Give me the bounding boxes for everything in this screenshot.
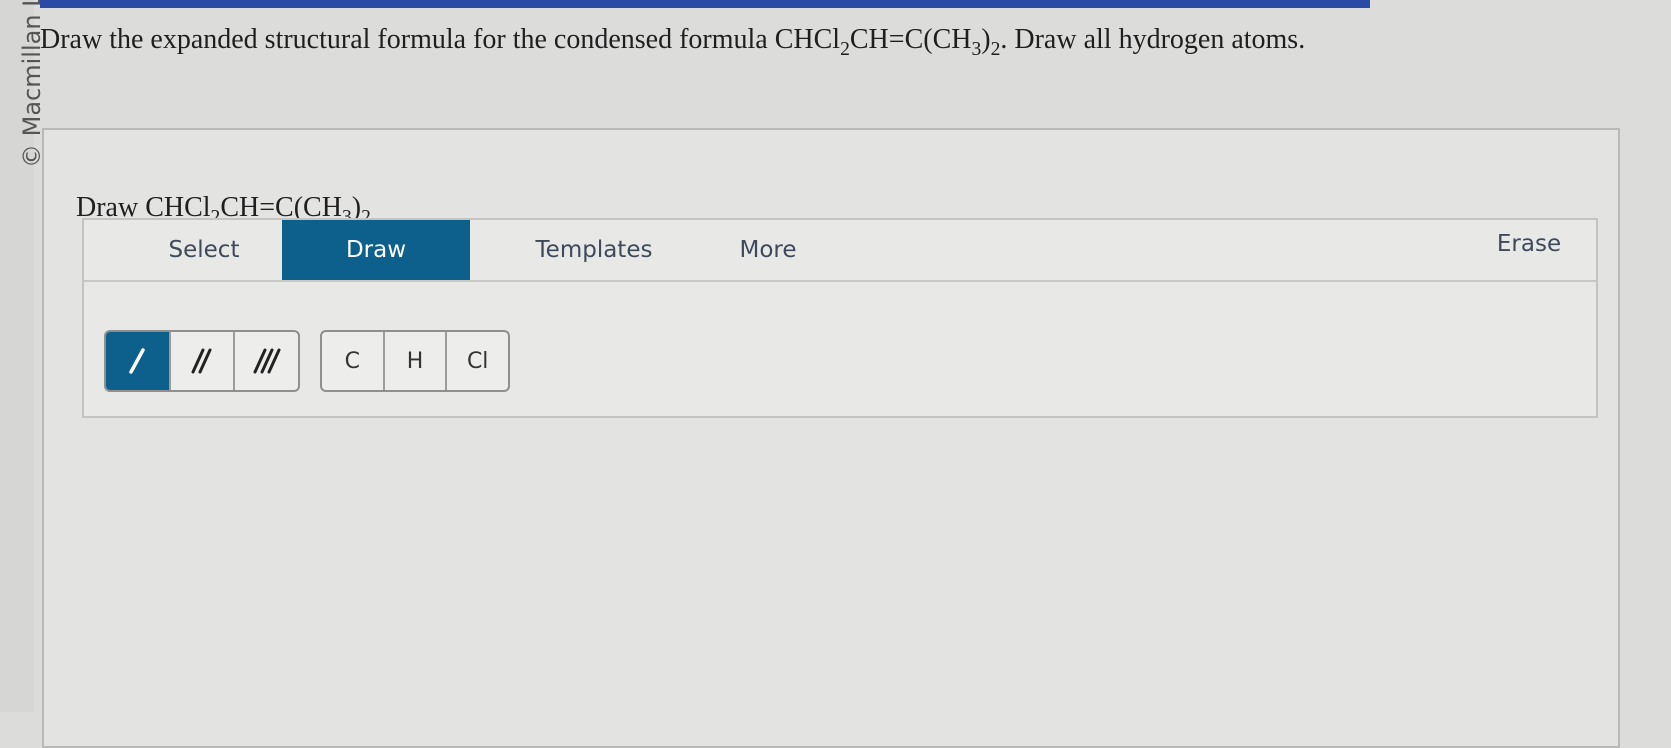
double-bond-button[interactable] [171, 332, 236, 390]
question-sub-1: 2 [840, 38, 850, 60]
chlorine-atom-button[interactable]: Cl [447, 332, 508, 390]
bond-tool-group [104, 330, 300, 392]
copyright-strip: © Macmillan Lea [0, 0, 46, 712]
carbon-atom-button[interactable]: C [322, 332, 385, 390]
question-mid-2: ) [981, 24, 991, 55]
drawing-editor: Select Draw Templates More Erase C H Cl [82, 218, 1598, 418]
triple-bond-icon [253, 348, 281, 374]
tab-select[interactable]: Select [124, 220, 284, 280]
question-mid-1: CH=C(CH [849, 24, 972, 55]
editor-tabbar: Select Draw Templates More Erase [84, 220, 1596, 282]
tab-more[interactable]: More [698, 220, 838, 280]
double-bond-icon [191, 348, 212, 374]
tab-draw[interactable]: Draw [282, 220, 470, 280]
question-sub-3: 2 [990, 38, 1001, 60]
question-prefix: Draw the expanded structural formula for… [40, 24, 841, 55]
tab-templates[interactable]: Templates [504, 220, 684, 280]
atom-tool-group: C H Cl [320, 330, 510, 392]
question-sub-2: 3 [971, 38, 982, 60]
hydrogen-atom-button[interactable]: H [385, 332, 448, 390]
erase-button[interactable]: Erase [1474, 214, 1584, 274]
top-accent-bar [40, 0, 1370, 8]
single-bond-button[interactable] [106, 332, 171, 390]
question-text: Draw the expanded structural formula for… [40, 22, 1560, 60]
triple-bond-button[interactable] [235, 332, 298, 390]
question-suffix: . Draw all hydrogen atoms. [1000, 24, 1306, 55]
single-bond-icon [129, 348, 146, 374]
